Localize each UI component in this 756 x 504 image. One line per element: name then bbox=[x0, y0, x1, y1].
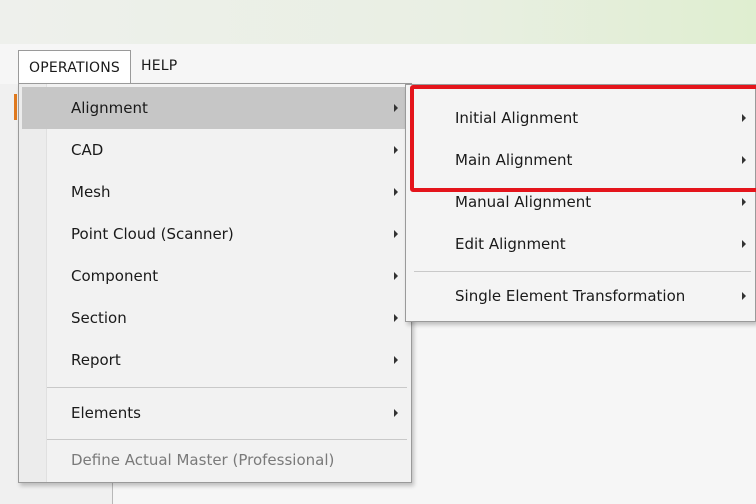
menu-item-label: Section bbox=[71, 309, 127, 327]
menu-item-label: Initial Alignment bbox=[455, 109, 579, 127]
submenu-arrow-icon bbox=[394, 356, 398, 364]
menu-item-label: CAD bbox=[71, 141, 104, 159]
menu-item-define-actual-master: Define Actual Master (Professional) bbox=[22, 439, 408, 481]
menu-item-label: Point Cloud (Scanner) bbox=[71, 225, 234, 243]
submenu-arrow-icon bbox=[394, 104, 398, 112]
menu-separator bbox=[47, 387, 407, 388]
menu-item-elements[interactable]: Elements bbox=[22, 392, 408, 434]
menu-item-component[interactable]: Component bbox=[22, 255, 408, 297]
submenu-arrow-icon bbox=[394, 230, 398, 238]
submenu-arrow-icon bbox=[742, 292, 746, 300]
submenu-arrow-icon bbox=[394, 146, 398, 154]
alignment-submenu: Initial Alignment Main Alignment Manual … bbox=[405, 84, 756, 322]
menu-item-label: Mesh bbox=[71, 183, 111, 201]
menu-item-label: Single Element Transformation bbox=[455, 287, 686, 305]
menu-item-label: Elements bbox=[71, 404, 141, 422]
menu-item-section[interactable]: Section bbox=[22, 297, 408, 339]
menu-item-cad[interactable]: CAD bbox=[22, 129, 408, 171]
menu-item-label: Define Actual Master (Professional) bbox=[71, 451, 335, 469]
menu-item-label: Alignment bbox=[71, 99, 148, 117]
menu-item-report[interactable]: Report bbox=[22, 339, 408, 381]
menu-item-point-cloud[interactable]: Point Cloud (Scanner) bbox=[22, 213, 408, 255]
submenu-arrow-icon bbox=[742, 198, 746, 206]
menu-item-label: Report bbox=[71, 351, 121, 369]
operations-menu: Alignment CAD Mesh Point Cloud (Scanner)… bbox=[18, 83, 412, 483]
submenu-item-edit-alignment[interactable]: Edit Alignment bbox=[409, 223, 752, 265]
title-strip bbox=[0, 0, 756, 44]
accent-marker bbox=[14, 94, 17, 120]
submenu-arrow-icon bbox=[394, 272, 398, 280]
submenu-arrow-icon bbox=[394, 314, 398, 322]
menu-item-alignment[interactable]: Alignment bbox=[22, 87, 408, 129]
menu-item-label: Main Alignment bbox=[455, 151, 573, 169]
submenu-arrow-icon bbox=[394, 409, 398, 417]
menu-item-label: Component bbox=[71, 267, 159, 285]
submenu-item-single-element-transformation[interactable]: Single Element Transformation bbox=[409, 275, 752, 317]
submenu-arrow-icon bbox=[742, 156, 746, 164]
submenu-item-initial-alignment[interactable]: Initial Alignment bbox=[409, 97, 752, 139]
submenu-item-main-alignment[interactable]: Main Alignment bbox=[409, 139, 752, 181]
menu-item-label: Manual Alignment bbox=[455, 193, 592, 211]
submenu-arrow-icon bbox=[742, 240, 746, 248]
submenu-arrow-icon bbox=[394, 188, 398, 196]
menu-separator bbox=[414, 271, 751, 272]
menu-bar: OPERATIONS HELP bbox=[18, 50, 187, 84]
menubar-help[interactable]: HELP bbox=[131, 50, 187, 82]
menu-item-mesh[interactable]: Mesh bbox=[22, 171, 408, 213]
submenu-item-manual-alignment[interactable]: Manual Alignment bbox=[409, 181, 752, 223]
menubar-operations[interactable]: OPERATIONS bbox=[18, 50, 132, 84]
menu-item-label: Edit Alignment bbox=[455, 235, 566, 253]
submenu-arrow-icon bbox=[742, 114, 746, 122]
